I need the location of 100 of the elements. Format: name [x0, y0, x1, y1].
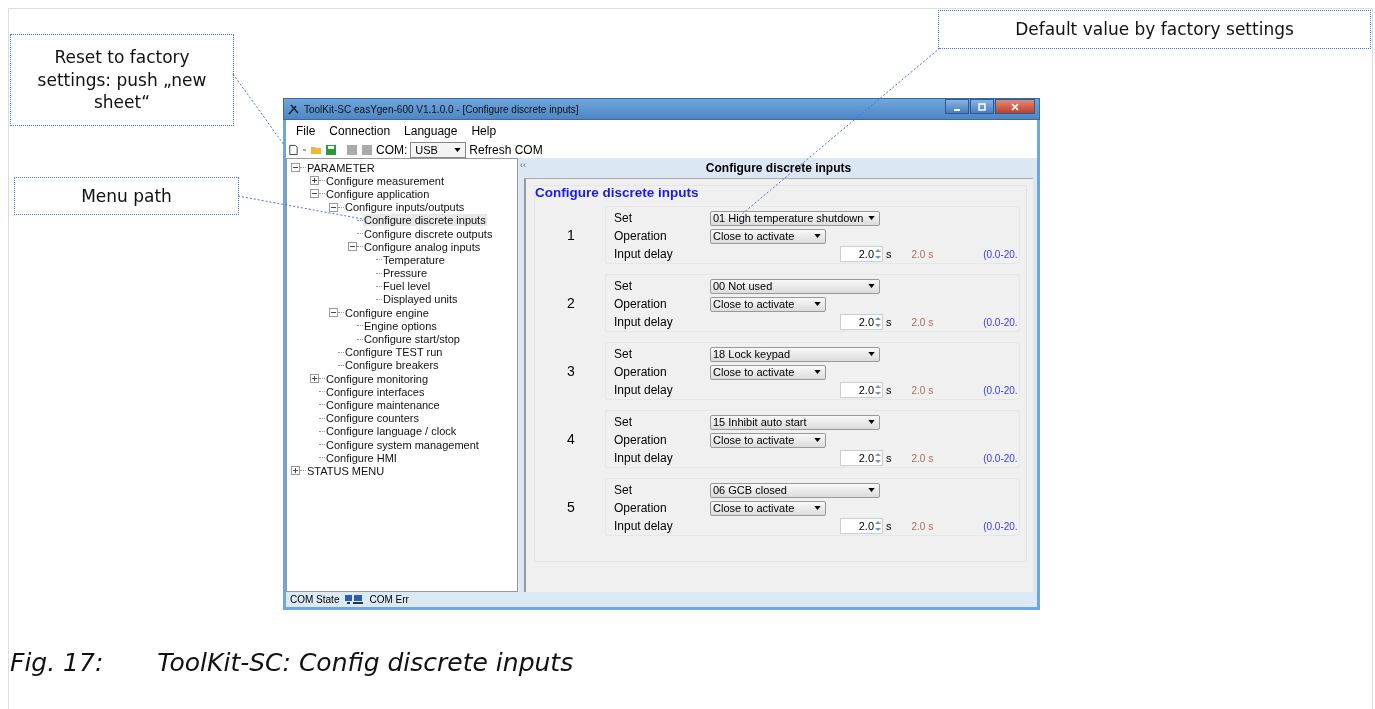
- refresh-com-button[interactable]: Refresh COM: [469, 142, 543, 157]
- com-label: COM:: [376, 142, 408, 157]
- save-icon[interactable]: [325, 143, 337, 156]
- figure-caption: ToolKit-SC: Config discrete inputs: [157, 648, 574, 677]
- collapse-button[interactable]: ‹‹: [520, 160, 526, 170]
- expander-icon[interactable]: [329, 308, 338, 318]
- menu-item[interactable]: Language: [404, 123, 458, 138]
- callout: Menu path: [14, 177, 239, 215]
- range-text: (0.0-20.: [983, 248, 1018, 260]
- tree-item[interactable]: Configure maintenance: [325, 398, 441, 411]
- maximize-icon: [977, 101, 987, 112]
- spinner-arrows-icon[interactable]: [874, 246, 882, 262]
- tree-item[interactable]: Configure monitoring: [325, 372, 430, 385]
- field-label: Input delay: [614, 451, 674, 465]
- expander-icon[interactable]: [329, 202, 338, 212]
- tree-item[interactable]: Configure analog inputs: [363, 240, 482, 253]
- tree-item[interactable]: Displayed units: [382, 293, 459, 306]
- range-text: (0.0-20.: [983, 316, 1018, 328]
- default-value: 2.0 s: [911, 452, 934, 464]
- default-value: 2.0 s: [911, 384, 934, 396]
- field-label: Input delay: [614, 247, 674, 261]
- tree-item[interactable]: Configure inputs/outputs: [344, 201, 466, 214]
- tree-item[interactable]: Configure language / clock: [325, 425, 458, 438]
- operation-dropdown[interactable]: Close to activate: [710, 500, 826, 516]
- function-dropdown[interactable]: 18 Lock keypad: [710, 346, 880, 362]
- spinner-arrows-icon[interactable]: [874, 314, 882, 330]
- field-label: Set: [614, 279, 633, 293]
- tree-item[interactable]: Configure HMI: [325, 451, 398, 464]
- menu-item[interactable]: File: [296, 123, 316, 138]
- tree-item[interactable]: Pressure: [382, 267, 429, 280]
- tree-item[interactable]: Configure discrete inputs: [363, 214, 487, 227]
- delay-spinner[interactable]: 2.0: [840, 246, 883, 262]
- range-text: (0.0-20.: [983, 384, 1018, 396]
- expander-icon[interactable]: [348, 242, 357, 252]
- input-number: 4: [566, 431, 576, 447]
- close-button[interactable]: [995, 99, 1035, 114]
- menu-item[interactable]: Connection: [329, 123, 391, 138]
- expander-icon[interactable]: [310, 176, 319, 186]
- spinner-arrows-icon[interactable]: [874, 382, 882, 398]
- function-dropdown[interactable]: 15 Inhibit auto start: [710, 414, 880, 430]
- function-dropdown[interactable]: 00 Not used: [710, 278, 880, 294]
- tree-item[interactable]: PARAMETER: [306, 161, 376, 174]
- default-value: 2.0 s: [911, 520, 934, 532]
- range-text: (0.0-20.: [983, 520, 1018, 532]
- delay-spinner[interactable]: 2.0: [840, 450, 883, 466]
- operation-dropdown[interactable]: Close to activate: [710, 228, 826, 244]
- new-sheet-icon[interactable]: [288, 143, 299, 156]
- tree-item[interactable]: Configure start/stop: [363, 333, 461, 346]
- delay-spinner[interactable]: 2.0: [840, 382, 883, 398]
- expander-icon[interactable]: [291, 466, 300, 476]
- operation-dropdown[interactable]: Close to activate: [710, 364, 826, 380]
- unit-label: s: [886, 384, 892, 396]
- input-number: 3: [566, 363, 576, 379]
- tree-item[interactable]: Fuel level: [382, 280, 432, 293]
- expander-icon[interactable]: [291, 163, 300, 173]
- tree-item[interactable]: STATUS MENU: [306, 464, 386, 477]
- field-label: Set: [614, 415, 633, 429]
- window-title: ToolKit-SC easYgen-600 V1.1.0.0 - [Configure discrete inputs]: [304, 103, 579, 115]
- input-number: 5: [566, 499, 576, 515]
- field-label: Operation: [614, 229, 668, 243]
- close-icon: [1010, 101, 1020, 112]
- tools-icon: [288, 103, 300, 115]
- field-label: Input delay: [614, 315, 674, 329]
- operation-dropdown[interactable]: Close to activate: [710, 432, 826, 448]
- default-value: 2.0 s: [911, 248, 934, 260]
- tree-item[interactable]: Configure measurement: [325, 174, 445, 187]
- tree-item[interactable]: Engine options: [363, 319, 438, 332]
- function-dropdown[interactable]: 06 GCB closed: [710, 482, 880, 498]
- input-number: 1: [566, 227, 576, 243]
- field-label: Input delay: [614, 519, 674, 533]
- tree-item[interactable]: Configure engine: [344, 306, 430, 319]
- tree-item[interactable]: Configure counters: [325, 412, 420, 425]
- field-label: Input delay: [614, 383, 674, 397]
- field-label: Set: [614, 211, 633, 225]
- delay-spinner[interactable]: 2.0: [840, 314, 883, 330]
- function-dropdown[interactable]: 01 High temperature shutdown: [710, 210, 880, 226]
- tree-item[interactable]: Configure discrete outputs: [363, 227, 494, 240]
- com-dropdown[interactable]: USB: [410, 141, 467, 158]
- maximize-button[interactable]: [970, 99, 994, 114]
- tree-item[interactable]: Configure system management: [325, 438, 480, 451]
- tree-item[interactable]: Configure interfaces: [325, 385, 426, 398]
- callout: Reset to factory settings: push „new sheet“: [10, 34, 234, 126]
- tree-item[interactable]: Configure application: [325, 187, 431, 200]
- input-number: 2: [566, 295, 576, 311]
- menu-item[interactable]: Help: [471, 123, 497, 138]
- minimize-button[interactable]: [945, 99, 969, 114]
- section-title: Configure discrete inputs: [535, 185, 700, 202]
- expander-icon[interactable]: [310, 374, 319, 384]
- delay-spinner[interactable]: 2.0: [840, 518, 883, 534]
- figure-number: Fig. 17:: [10, 648, 104, 677]
- tree-item[interactable]: Configure TEST run: [344, 346, 444, 359]
- spinner-arrows-icon[interactable]: [874, 450, 882, 466]
- callout: Default value by factory settings: [938, 10, 1371, 49]
- spinner-arrows-icon[interactable]: [874, 518, 882, 534]
- unit-label: s: [886, 452, 892, 464]
- unit-label: s: [886, 316, 892, 328]
- tree-item[interactable]: Temperature: [382, 253, 446, 266]
- operation-dropdown[interactable]: Close to activate: [710, 296, 826, 312]
- expander-icon[interactable]: [310, 189, 319, 199]
- tree-item[interactable]: Configure breakers: [344, 359, 440, 372]
